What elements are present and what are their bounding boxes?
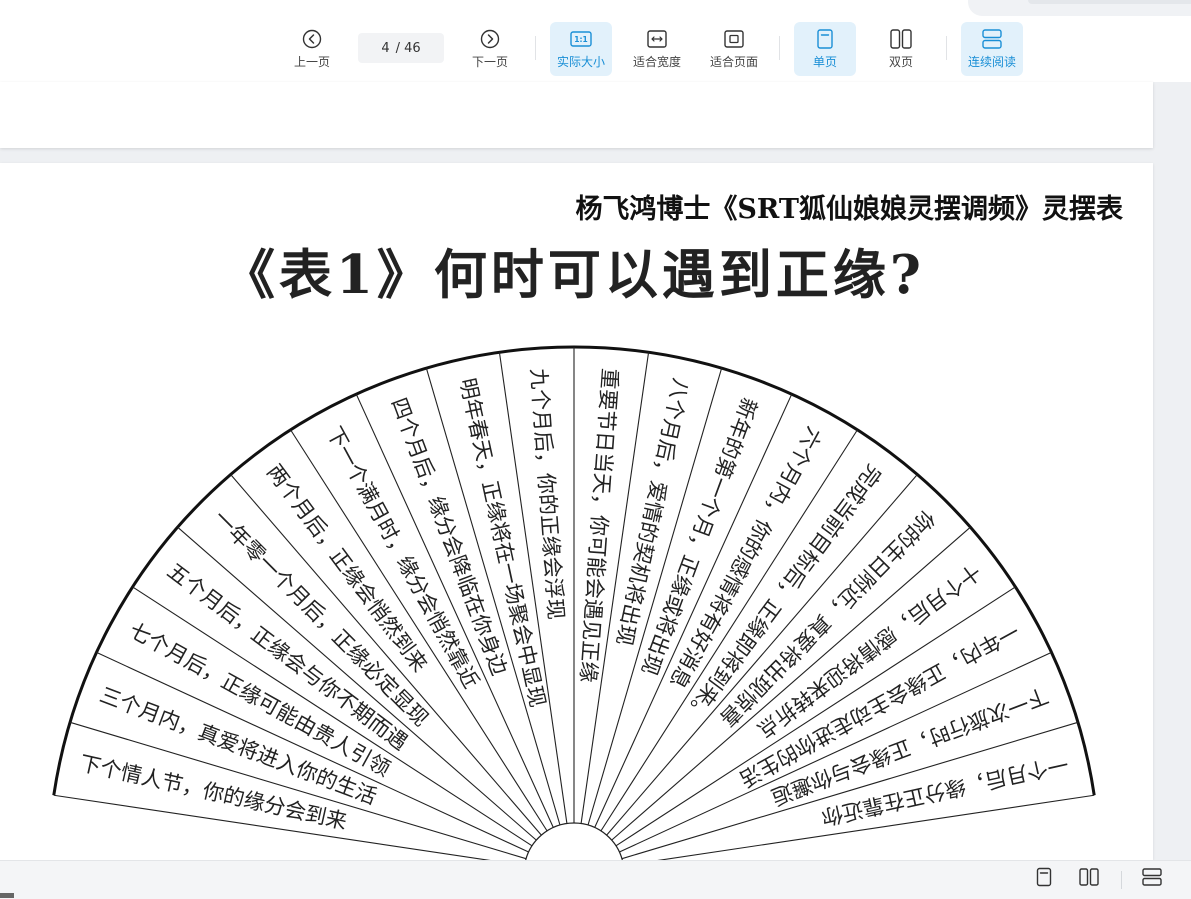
toolbar-separator — [946, 36, 947, 60]
continuous-scroll-icon — [982, 28, 1002, 50]
circle-chevron-right-icon — [480, 28, 500, 50]
prev-page-button[interactable]: 上一页 — [286, 22, 338, 76]
next-page-label: 下一页 — [471, 55, 508, 69]
single-page-label: 单页 — [812, 55, 837, 69]
fit-width-label: 适合宽度 — [632, 55, 681, 69]
toolbar-separator — [779, 36, 780, 60]
current-page-number[interactable]: 4 — [381, 41, 389, 56]
page-indicator[interactable]: 4 / 46 — [358, 33, 444, 63]
single-page-icon — [817, 28, 833, 50]
fan-divider-line — [69, 721, 527, 860]
previous-page-bottom — [0, 82, 1153, 148]
fit-width-icon — [647, 28, 667, 50]
single-page-icon — [1036, 867, 1052, 891]
status-separator — [1121, 871, 1122, 889]
toolbar-separator — [535, 36, 536, 60]
fan-divider-line — [621, 721, 1079, 860]
continuous-read-button[interactable]: 连续阅读 — [961, 22, 1023, 76]
fan-hub-arc — [525, 822, 623, 860]
actual-size-label: 实际大小 — [556, 55, 605, 69]
double-page-icon — [1079, 868, 1099, 890]
double-page-button[interactable]: 双页 — [870, 22, 932, 76]
prev-page-label: 上一页 — [293, 55, 330, 69]
actual-size-icon: 1:1 — [570, 28, 592, 50]
fan-group: 下个情人节，你的缘分会到来三个月内，真爱将进入你的生活七个月后，正缘可能由贵人引… — [52, 345, 1096, 860]
viewer-toolbar: 上一页 4 / 46 下一页 1:1 实际大小 适合宽度 适合页面 单页 双页 … — [0, 0, 1191, 82]
next-page-button[interactable]: 下一页 — [464, 22, 516, 76]
status-double-page-button[interactable] — [1076, 866, 1102, 892]
window-corner-mark — [0, 893, 14, 898]
fit-width-button[interactable]: 适合宽度 — [626, 22, 688, 76]
toolbar-corner-decoration — [968, 0, 1191, 16]
actual-size-button[interactable]: 1:1 实际大小 — [550, 22, 612, 76]
pendulum-fan-chart: 下个情人节，你的缘分会到来三个月内，真爱将进入你的生活七个月后，正缘可能由贵人引… — [52, 345, 1096, 860]
fit-page-button[interactable]: 适合页面 — [703, 22, 765, 76]
status-single-page-button[interactable] — [1031, 866, 1057, 892]
double-page-label: 双页 — [888, 55, 913, 69]
continuous-read-label: 连续阅读 — [967, 55, 1016, 69]
circle-chevron-left-icon — [302, 28, 322, 50]
fit-page-icon — [724, 28, 744, 50]
status-continuous-button[interactable] — [1139, 866, 1165, 892]
status-bar — [0, 860, 1191, 899]
fit-page-label: 适合页面 — [709, 55, 758, 69]
total-pages: / 46 — [395, 40, 421, 56]
double-page-icon — [890, 28, 912, 50]
actual-size-icon-text: 1:1 — [574, 35, 587, 44]
continuous-scroll-icon — [1142, 868, 1162, 890]
document-page: 杨飞鸿博士《SRT狐仙娘娘灵摆调频》灵摆表 《表1》何时可以遇到正缘? 下个情人… — [0, 163, 1153, 860]
single-page-button[interactable]: 单页 — [794, 22, 856, 76]
